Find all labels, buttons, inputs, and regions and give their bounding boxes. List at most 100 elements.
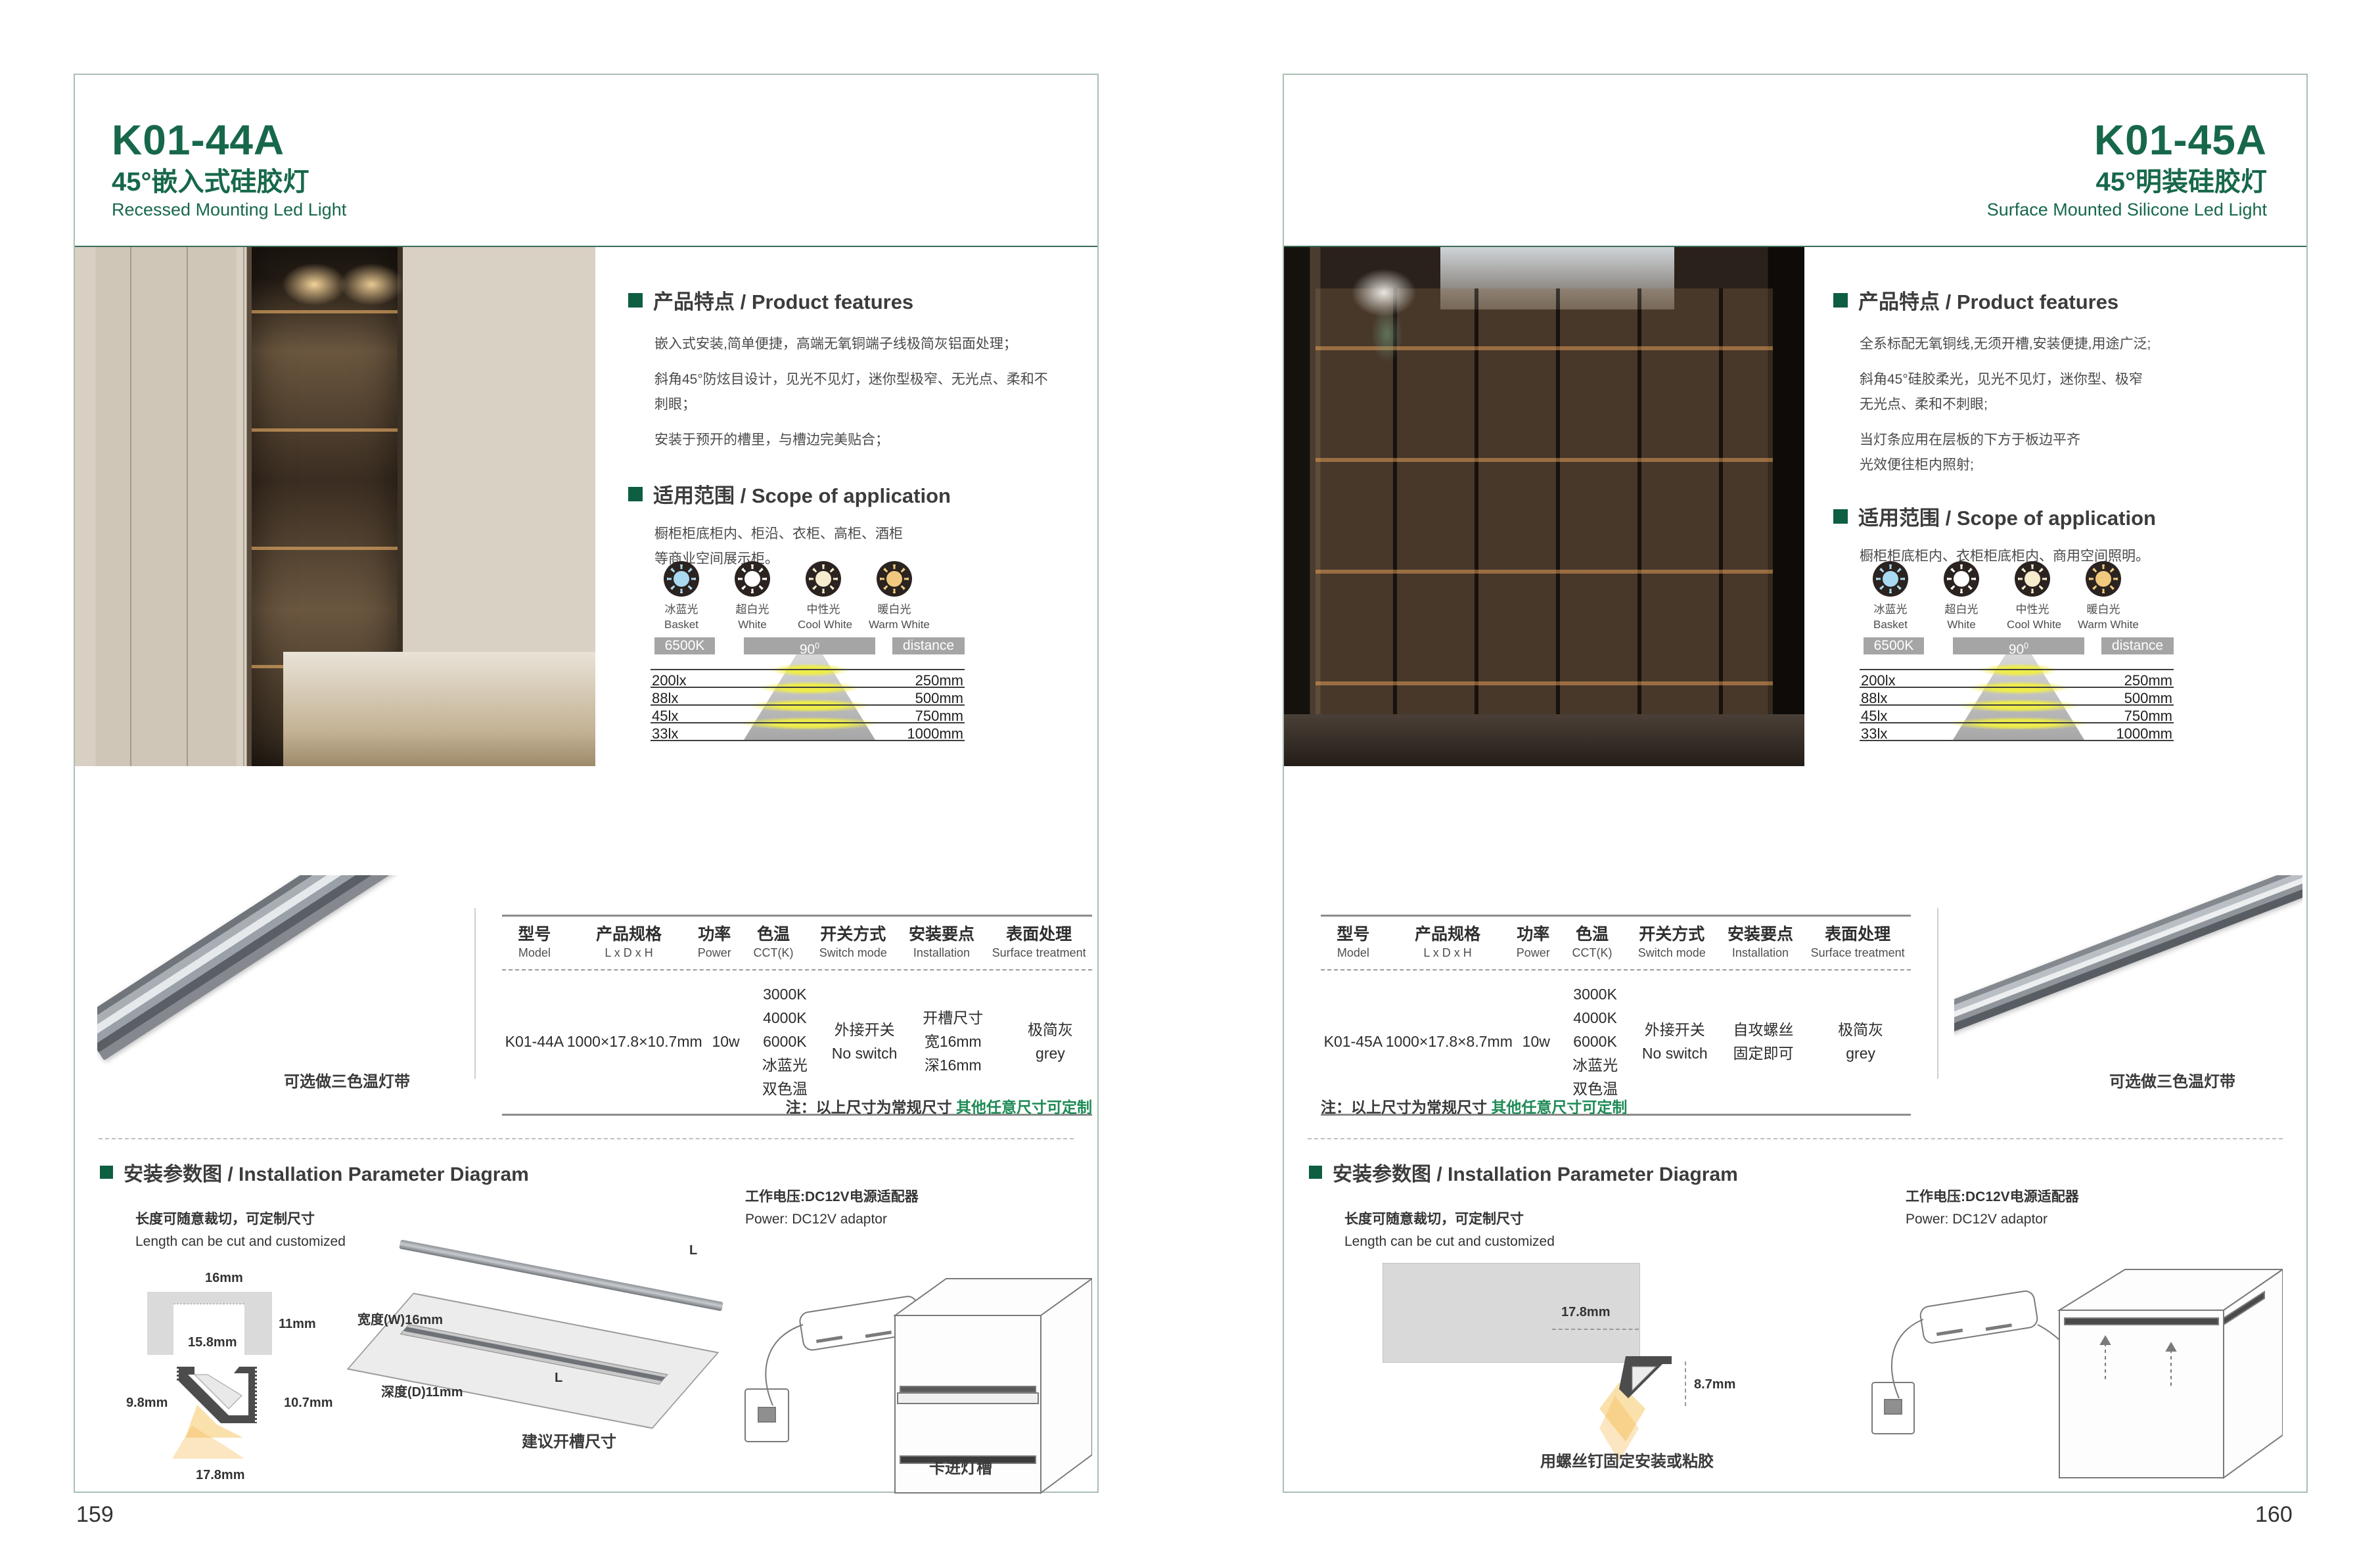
feature-line: 安装于预开的槽里，与槽边完美贴合； <box>654 428 1049 453</box>
features-text: 全系标配无氧铜线,无须开槽,安装便捷,用途广泛; 斜角45°硅胶柔光，见光不见灯… <box>1833 332 2260 478</box>
scope-heading: 适用范围 / Scope of application <box>628 479 1049 509</box>
spec-table: 型号Model 产品规格L x D x H 功率Power 色温CCT(K) 开… <box>1321 915 1911 1116</box>
cct-label-cn: 中性光 <box>2007 602 2058 617</box>
cct-label-cn: 暖白光 <box>869 602 920 617</box>
beam-row: 200lx250mm <box>651 669 965 688</box>
scope-line: 橱柜柜底柜内、柜沿、衣柜、高柜、酒柜 <box>654 522 1049 547</box>
cct-label-en: Basket <box>1865 617 1916 632</box>
feature-line: 无光点、柔和不刺眼; <box>1860 392 2260 417</box>
photo-flowers <box>1284 247 1596 455</box>
power-label-cn: 工作电压:DC12V电源适配器 <box>745 1187 919 1208</box>
profile-caption: 可选做三色温灯带 <box>284 1068 410 1091</box>
wiring-cabinet-diagram <box>1862 1238 2283 1501</box>
wiring-cabinet-drawing <box>732 1238 1092 1501</box>
features-section: 产品特点 / Product features 全系标配无氧铜线,无须开槽,安装… <box>1833 285 2260 569</box>
cross-section-diagram: 16mm 11mm 15.8mm 9.8mm 10.7mm 17.8mm <box>126 1271 363 1488</box>
feature-line: 光效便往柜内照射; <box>1860 453 2260 478</box>
table-note: 注：以上尺寸为常规尺寸 其他任意尺寸可定制 <box>786 1095 1092 1117</box>
distance-bar: distance <box>892 637 965 654</box>
cct-option-white: 超白光White <box>1936 561 1987 632</box>
install-heading: 安装参数图 / Installation Parameter Diagram <box>100 1158 529 1187</box>
sun-icon <box>664 561 699 597</box>
beam-baseline <box>1860 740 2174 741</box>
cct-label-en: White <box>1936 617 1987 632</box>
features-text: 嵌入式安装,简单便捷，高端无氧铜端子线极简灰铝面处理； 斜角45°防炫目设计，见… <box>628 332 1049 453</box>
spec-table-row: K01-45A 1000×17.8×8.7mm 10w 3000K4000K60… <box>1321 970 1911 1114</box>
subtitle-en: Recessed Mounting Led Light <box>112 200 346 220</box>
dim-height: 8.7mm <box>1694 1377 1735 1392</box>
label-depth: 深度(D)11mm <box>381 1381 463 1400</box>
cell-spec: 1000×17.8×8.7mm <box>1386 1030 1513 1053</box>
label-width: 宽度(W)16mm <box>357 1309 443 1328</box>
install-heading: 安装参数图 / Installation Parameter Diagram <box>1309 1158 1738 1187</box>
cct-label-en: White <box>727 617 778 632</box>
install-title: 安装参数图 / Installation Parameter Diagram <box>1333 1158 1738 1187</box>
spec-table-header: 型号Model 产品规格L x D x H 功率Power 色温CCT(K) 开… <box>502 917 1092 970</box>
groove-board-diagram: L 宽度(W)16mm 深度(D)11mm L 建议开槽尺寸 <box>357 1231 752 1481</box>
cct-option-coolwhite: 中性光Cool White <box>2007 561 2058 632</box>
cabinet-caption: 卡进灯槽 <box>929 1455 992 1478</box>
section-separator <box>1308 1138 2283 1139</box>
profile-product-photo <box>1954 875 2302 1072</box>
table-note: 注：以上尺寸为常规尺寸 其他任意尺寸可定制 <box>1321 1095 1627 1117</box>
section-bullet-icon <box>628 293 643 308</box>
beam-row: 45lx750mm <box>651 704 965 723</box>
profile-product-photo <box>97 875 465 1072</box>
sun-icon <box>2015 561 2050 597</box>
label-length-strip: L <box>689 1243 697 1258</box>
power-label-en: Power: DC12V adaptor <box>1906 1209 2048 1230</box>
model-number: K01-45A <box>1987 118 2267 162</box>
cell-cct: 3000K4000K6000K冰蓝光双色温 <box>749 982 820 1101</box>
beam-row: 33lx1000mm <box>651 722 965 741</box>
dim-top: 16mm <box>205 1271 243 1286</box>
features-title: 产品特点 / Product features <box>1858 285 2118 315</box>
power-label-cn: 工作电压:DC12V电源适配器 <box>1906 1187 2079 1208</box>
scope-title: 适用范围 / Scope of application <box>1858 501 2156 531</box>
room-photo <box>75 247 595 766</box>
cut-note-en: Length can be cut and customized <box>135 1231 346 1252</box>
distance-bar: distance <box>2101 637 2174 654</box>
section-bullet-icon <box>628 487 643 501</box>
cell-install: 开槽尺寸宽16mm深16mm <box>909 1006 997 1077</box>
beam-row: 200lx250mm <box>1860 669 2174 688</box>
cct-label-en: Cool White <box>798 617 849 632</box>
section-separator <box>99 1138 1074 1139</box>
cct-label-en: Basket <box>656 617 707 632</box>
catalog-page-right: K01-45A 45°明装硅胶灯 Surface Mounted Silicon… <box>1283 74 2308 1493</box>
cct-label-en: Cool White <box>2007 617 2058 632</box>
page-title-block: K01-45A 45°明装硅胶灯 Surface Mounted Silicon… <box>1987 118 2267 220</box>
dim-width: 17.8mm <box>1561 1305 1611 1320</box>
subtitle-en: Surface Mounted Silicone Led Light <box>1987 200 2267 220</box>
subtitle-cn: 45°嵌入式硅胶灯 <box>112 167 346 197</box>
cell-power: 10w <box>1513 1030 1560 1053</box>
angle-bar: 900 <box>744 637 875 654</box>
kelvin-bar: 6500K <box>1864 637 1924 654</box>
scope-title: 适用范围 / Scope of application <box>653 479 951 509</box>
page-number-left: 159 <box>76 1502 114 1528</box>
label-length-groove: L <box>555 1371 562 1386</box>
profile-caption: 可选做三色温灯带 <box>2109 1068 2235 1091</box>
cct-label-cn: 冰蓝光 <box>656 602 707 617</box>
sun-icon <box>806 561 841 597</box>
cct-icon-row: 冰蓝光Basket 超白光White 中性光Cool White 暖白光Warm… <box>656 561 920 632</box>
feature-line: 斜角45°防炫目设计，见光不见灯，迷你型极窄、无光点、柔和不刺眼； <box>654 367 1049 417</box>
cell-power: 10w <box>702 1030 750 1053</box>
feature-line: 嵌入式安装,简单便捷，高端无氧铜端子线极简灰铝面处理； <box>654 332 1049 357</box>
angle-bar: 900 <box>1953 637 2084 654</box>
beam-distance-diagram: 6500K 900 distance 200lx250mm 88lx500mm … <box>1860 637 2174 779</box>
beam-distance-diagram: 6500K 900 distance 200lx250mm 88lx500mm … <box>651 637 965 779</box>
beam-row: 45lx750mm <box>1860 704 2174 723</box>
section-bullet-icon <box>1833 293 1848 308</box>
section-bullet-icon <box>100 1166 113 1179</box>
wiring-cabinet-drawing <box>1862 1238 2283 1501</box>
cct-label-en: Warm White <box>869 617 920 632</box>
cell-model: K01-44A <box>502 1030 567 1053</box>
features-heading: 产品特点 / Product features <box>1833 285 2260 315</box>
dim-depth: 11mm <box>279 1317 316 1332</box>
beam-row: 88lx500mm <box>1860 687 2174 706</box>
section-bullet-icon <box>1309 1166 1322 1179</box>
feature-line: 斜角45°硅胶柔光，见光不见灯，迷你型、极窄 <box>1860 367 2260 392</box>
cct-option-warmwhite: 暖白光Warm White <box>2078 561 2129 632</box>
install-title: 安装参数图 / Installation Parameter Diagram <box>124 1158 529 1187</box>
cct-label-cn: 超白光 <box>727 602 778 617</box>
